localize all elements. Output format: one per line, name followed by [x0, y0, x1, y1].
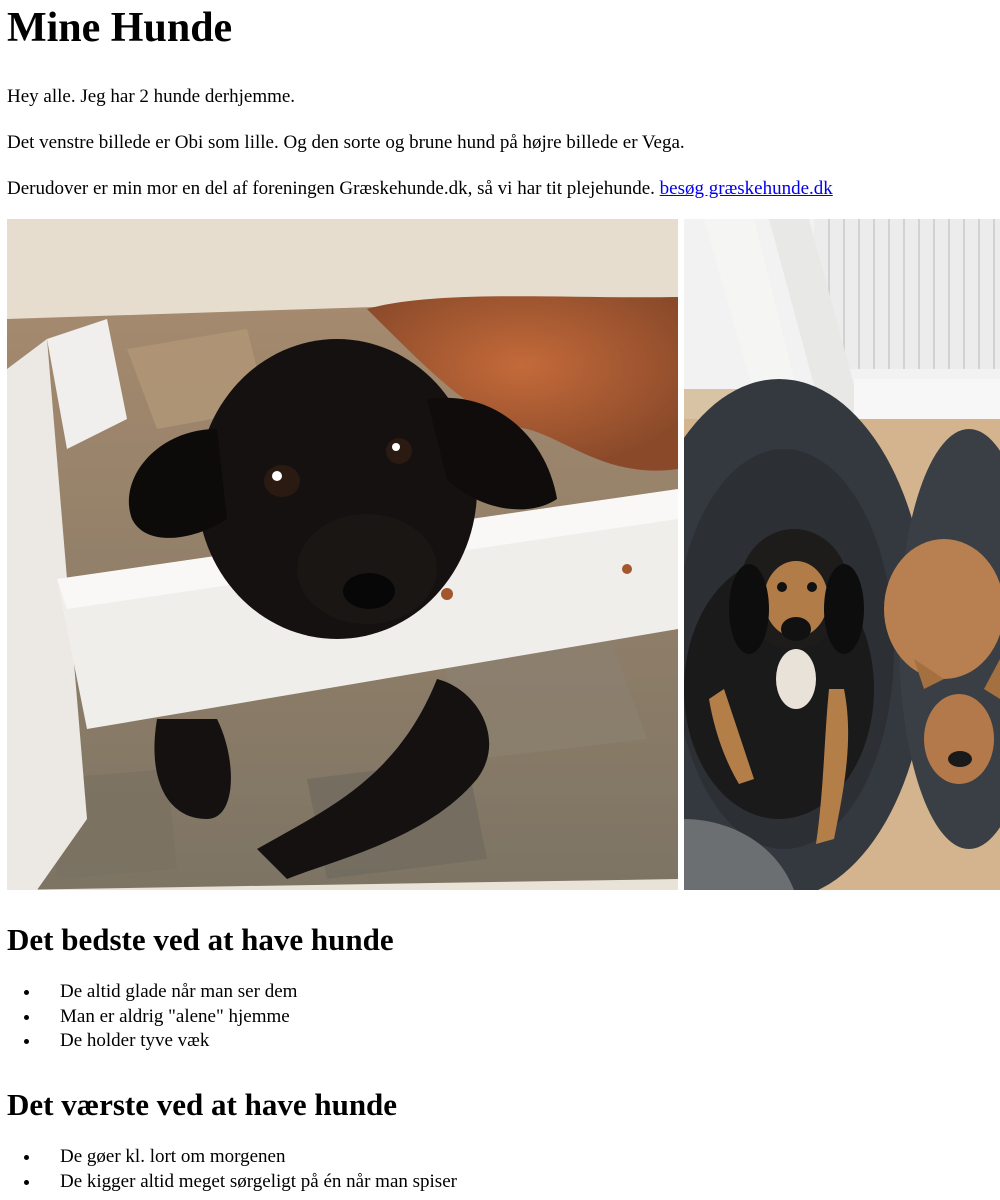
- list-item: De gøer kl. lort om morgenen: [41, 1145, 457, 1170]
- list-item: De kigger altid meget sørgeligt på én nå…: [41, 1170, 457, 1195]
- intro-paragraph-3: Derudover er min mor en del af foreninge…: [7, 178, 993, 200]
- list-item: De altid glade når man ser dem: [41, 980, 394, 1005]
- photo-row: [7, 219, 1000, 890]
- list-item: De holder tyve væk: [41, 1029, 394, 1054]
- photo-puppy-obi: [7, 219, 678, 890]
- page-title: Mine Hunde: [7, 5, 233, 51]
- dogs-photo-icon: [684, 219, 1000, 890]
- list-item: Man er aldrig "alene" hjemme: [41, 1005, 394, 1030]
- worst-heading: Det værste ved at have hunde: [7, 1087, 398, 1122]
- photo-dogs-vega: [684, 219, 1000, 890]
- puppy-photo-icon: [7, 219, 678, 890]
- best-section: Det bedste ved at have hunde De altid gl…: [7, 922, 394, 1054]
- best-heading: Det bedste ved at have hunde: [7, 922, 394, 957]
- intro-paragraph-1: Hey alle. Jeg har 2 hunde derhjemme.: [7, 86, 296, 107]
- best-list: De altid glade når man ser dem Man er al…: [7, 980, 394, 1054]
- worst-section: Det værste ved at have hunde De gøer kl.…: [7, 1087, 457, 1194]
- worst-list: De gøer kl. lort om morgenen De kigger a…: [7, 1145, 457, 1194]
- intro-paragraph-2: Det venstre billede er Obi som lille. Og…: [7, 132, 685, 153]
- visit-link[interactable]: besøg græskehunde.dk: [660, 178, 833, 199]
- intro-paragraph-3-text: Derudover er min mor en del af foreninge…: [7, 178, 655, 199]
- page-content: Mine Hunde Hey alle. Jeg har 2 hunde der…: [0, 0, 1000, 200]
